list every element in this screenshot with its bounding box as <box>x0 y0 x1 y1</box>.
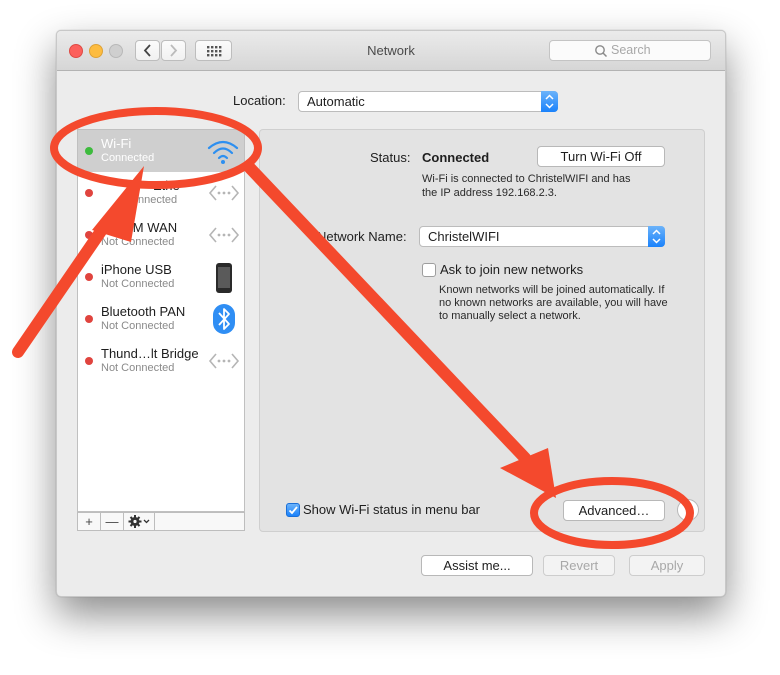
status-dot <box>85 357 93 365</box>
sidebar-toolbar: + — <box>77 512 245 531</box>
service-item-wifi[interactable]: Wi-Fi Connected <box>78 130 244 172</box>
status-dot <box>85 147 93 155</box>
status-description-line-1: Wi-Fi is connected to ChristelWIFI and h… <box>422 173 631 185</box>
title-bar: Network Search <box>57 31 725 71</box>
ask-to-join-label: Ask to join new networks <box>440 262 584 277</box>
service-item-thunderbolt-bridge[interactable]: Thund…lt Bridge Not Connected <box>78 340 244 382</box>
service-status: Connected <box>101 152 155 164</box>
location-label: Location: <box>233 93 286 108</box>
service-item-bluetooth-pan[interactable]: Bluetooth PAN Not Connected <box>78 298 244 340</box>
service-name: Wi-Fi <box>101 136 132 151</box>
show-wifi-status-checkbox[interactable] <box>286 503 300 517</box>
service-status: nnected <box>138 194 178 206</box>
status-dot <box>85 231 93 239</box>
service-item-ethernet[interactable]: Ethe nnected <box>78 172 244 214</box>
advanced-button[interactable]: Advanced… <box>563 500 665 521</box>
service-status: Not Connected <box>101 362 175 374</box>
service-name: ul505M WAN <box>101 220 178 235</box>
search-icon <box>595 45 608 58</box>
action-menu-button[interactable] <box>123 512 155 531</box>
status-dot <box>85 273 93 281</box>
ethernet-icon <box>208 353 240 369</box>
service-name: iPhone USB <box>101 262 172 277</box>
network-preferences-window: Network Search Location: Automatic Wi-Fi… <box>56 30 726 597</box>
show-wifi-status-label: Show Wi-Fi status in menu bar <box>303 502 481 517</box>
status-value: Connected <box>422 150 490 165</box>
location-value: Automatic <box>307 94 365 109</box>
network-name-value: ChristelWIFI <box>428 229 500 244</box>
detail-panel: Status: Connected Turn Wi-Fi Off Wi-Fi i… <box>259 129 705 532</box>
ask-description-line-1: Known networks will be joined automatica… <box>439 284 665 296</box>
service-list: Wi-Fi Connected Ethe nnected ul505M WAN … <box>77 129 245 512</box>
search-placeholder: Search <box>611 43 651 57</box>
service-status: Not Connected <box>101 320 175 332</box>
service-name: Bluetooth PAN <box>101 304 186 319</box>
service-status: Not Connected <box>101 236 175 248</box>
network-name-label: Network Name: <box>317 229 407 244</box>
gear-icon <box>128 515 150 528</box>
apply-button[interactable]: Apply <box>629 555 705 576</box>
ethernet-icon <box>208 227 240 243</box>
status-description-line-2: the IP address 192.168.2.3. <box>422 187 557 199</box>
checkmark-icon <box>288 506 298 515</box>
status-dot <box>85 189 93 197</box>
updown-arrows-icon <box>648 226 665 247</box>
help-button[interactable]: ? <box>677 499 699 521</box>
revert-button[interactable]: Revert <box>543 555 615 576</box>
service-item-iphone-usb[interactable]: iPhone USB Not Connected <box>78 256 244 298</box>
service-item-wan[interactable]: ul505M WAN Not Connected <box>78 214 244 256</box>
turn-wifi-off-button[interactable]: Turn Wi-Fi Off <box>537 146 665 167</box>
service-name: Ethe <box>153 178 180 193</box>
status-dot <box>85 315 93 323</box>
ethernet-icon <box>208 185 240 201</box>
updown-arrows-icon <box>541 91 558 112</box>
iphone-icon <box>216 263 232 293</box>
assist-me-button[interactable]: Assist me... <box>421 555 533 576</box>
remove-service-button[interactable]: — <box>100 512 124 531</box>
ask-to-join-checkbox[interactable] <box>422 263 436 277</box>
search-field[interactable]: Search <box>549 40 711 61</box>
wifi-icon <box>207 140 239 164</box>
service-status: Not Connected <box>101 278 175 290</box>
sidebar-toolbar-filler <box>154 512 245 531</box>
add-service-button[interactable]: + <box>77 512 101 531</box>
network-name-popup[interactable]: ChristelWIFI <box>419 226 665 247</box>
ask-description-line-2: no known networks are available, you wil… <box>439 297 668 309</box>
ask-description-line-3: to manually select a network. <box>439 310 581 322</box>
bluetooth-icon <box>213 304 235 334</box>
service-name: Thund…lt Bridge <box>101 346 199 361</box>
status-label: Status: <box>370 150 411 165</box>
location-popup[interactable]: Automatic <box>298 91 558 112</box>
